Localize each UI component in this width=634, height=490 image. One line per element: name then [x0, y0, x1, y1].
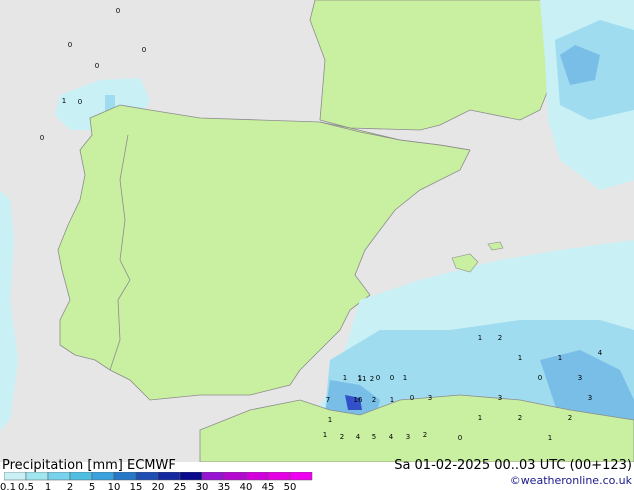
precip-value-label: 0 — [458, 434, 462, 442]
colorbar-tick-label: 45 — [261, 482, 275, 490]
colorbar-tick-label: 20 — [151, 482, 165, 490]
colorbar — [4, 472, 313, 481]
precip-value-label: 0 — [40, 134, 44, 142]
colorbar-tick-label: 40 — [239, 482, 253, 490]
precip-value-label: 0 — [142, 46, 146, 54]
precip-value-label: 0 — [390, 374, 394, 382]
precip-value-label: 2 — [372, 396, 376, 404]
colorbar-swatch — [223, 472, 247, 481]
precip-value-label: 2 — [498, 334, 502, 342]
precip-value-label: 0 — [538, 374, 542, 382]
weather-map-page: 0 0 0 0 1 0 0 1 2 4 5 4 3 2 1 1 0 0 1 11 2 7 16 2 1 0 3 1 1 2 1 0 1 3 4 3 2 1… — [0, 0, 634, 490]
colorbar-tick-label: 2 — [66, 482, 74, 490]
precip-value-label: 7 — [326, 396, 330, 404]
colorbar-tick-label: 0.5 — [18, 482, 34, 490]
precip-value-label: 2 — [370, 375, 374, 383]
colorbar-swatch — [47, 472, 71, 481]
precip-value-label: 3 — [406, 433, 410, 441]
land-france — [309, 0, 561, 131]
colorbar-tick-label: 35 — [217, 482, 231, 490]
colorbar-swatch — [69, 472, 93, 481]
precip-value-label: 0 — [116, 7, 120, 15]
colorbar-tick-label: 5 — [88, 482, 96, 490]
precip-value-label: 2 — [423, 431, 427, 439]
precip-value-label: 3 — [578, 374, 582, 382]
precip-value-label: 1 — [323, 431, 327, 439]
precip-value-label: 0 — [95, 62, 99, 70]
colorbar-tick-label: 0.1 — [0, 482, 16, 490]
colorbar-swatch — [135, 472, 159, 481]
precip-value-label: 5 — [372, 433, 376, 441]
colorbar-tick-label: 30 — [195, 482, 209, 490]
precip-value-label: 0 — [78, 98, 82, 106]
colorbar-swatch — [179, 472, 203, 481]
precip-value-label: 0 — [376, 374, 380, 382]
precip-value-label: 1 — [343, 374, 347, 382]
precipitation-map: 00001 001 2 4 5 4 3 211 0 0 111 27 16 2 1 0 311 210134321… — [0, 0, 634, 462]
precip-value-label: 4 — [389, 433, 394, 441]
colorbar-tick-label: 1 — [44, 482, 52, 490]
precip-value-label: 1 — [62, 97, 66, 105]
colorbar-swatch — [25, 472, 49, 481]
precip-value-label: 0 — [68, 41, 72, 49]
colorbar-swatch — [289, 472, 313, 481]
precip-value-label: 1 — [403, 374, 407, 382]
colorbar-swatch — [91, 472, 115, 481]
colorbar-swatch — [267, 472, 291, 481]
precip-value-label: 1 — [390, 396, 394, 404]
precip-value-label: 1 — [558, 354, 562, 362]
precip-value-label: 2 — [518, 414, 522, 422]
colorbar-tick-label: 15 — [129, 482, 143, 490]
precip-value-label: 3 — [498, 394, 502, 402]
precip-value-label: 1 — [548, 434, 552, 442]
colorbar-swatch — [201, 472, 225, 481]
precip-value-label: 0 — [410, 394, 414, 402]
precip-value-label: 2 — [568, 414, 572, 422]
precip-value-label: 3 — [428, 394, 432, 402]
precip-value-label: 4 — [598, 349, 603, 357]
precip-value-label: 2 — [340, 433, 344, 441]
precip-value-label: 16 — [354, 396, 363, 404]
colorbar-swatch — [157, 472, 181, 481]
precip-value-label: 1 — [328, 416, 332, 424]
precip-value-label: 11 — [358, 375, 367, 383]
credit-link[interactable]: ©weatheronline.co.uk — [510, 474, 632, 487]
precip-value-label: 1 — [478, 334, 482, 342]
valid-time: Sa 01-02-2025 00..03 UTC (00+123) — [394, 458, 632, 473]
precip-value-label: 3 — [588, 394, 592, 402]
colorbar-swatch — [113, 472, 137, 481]
precip-value-label: 4 — [356, 433, 361, 441]
colorbar-tick-label: 10 — [107, 482, 121, 490]
precip-value-label: 1 — [478, 414, 482, 422]
colorbar-tick-label: 25 — [173, 482, 187, 490]
colorbar-swatch — [4, 472, 27, 481]
precip-value-label: 1 — [518, 354, 522, 362]
colorbar-tick-label: 50 — [283, 482, 297, 490]
map-title: Precipitation [mm] ECMWF — [2, 458, 176, 473]
colorbar-swatch — [245, 472, 269, 481]
